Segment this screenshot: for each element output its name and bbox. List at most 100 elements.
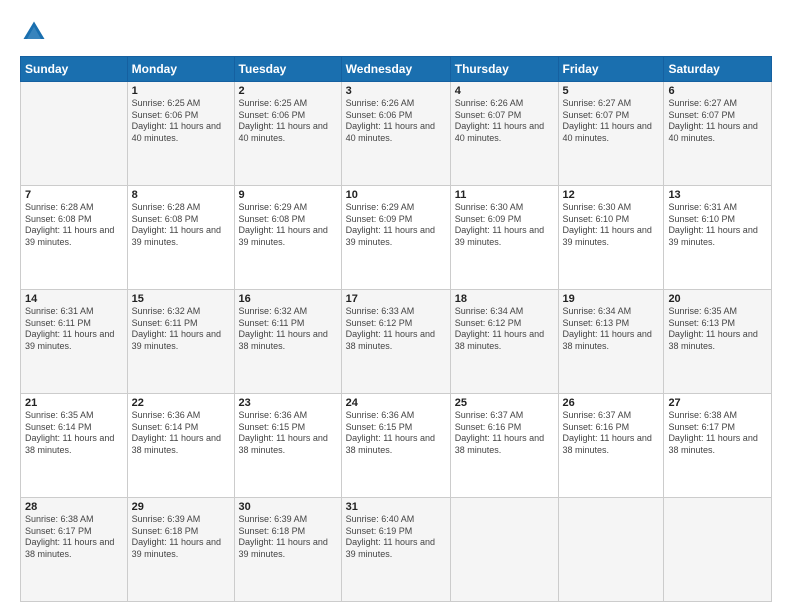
col-header-sunday: Sunday: [21, 57, 128, 82]
calendar-cell: 31Sunrise: 6:40 AM Sunset: 6:19 PM Dayli…: [341, 498, 450, 602]
day-number: 31: [346, 501, 446, 513]
day-number: 13: [668, 189, 767, 201]
calendar-cell: 25Sunrise: 6:37 AM Sunset: 6:16 PM Dayli…: [450, 394, 558, 498]
day-number: 26: [563, 397, 660, 409]
col-header-wednesday: Wednesday: [341, 57, 450, 82]
calendar-cell: 5Sunrise: 6:27 AM Sunset: 6:07 PM Daylig…: [558, 82, 664, 186]
day-info: Sunrise: 6:29 AM Sunset: 6:09 PM Dayligh…: [346, 202, 446, 249]
day-info: Sunrise: 6:27 AM Sunset: 6:07 PM Dayligh…: [563, 98, 660, 145]
calendar-cell: [450, 498, 558, 602]
calendar-cell: 23Sunrise: 6:36 AM Sunset: 6:15 PM Dayli…: [234, 394, 341, 498]
logo-icon: [20, 18, 48, 46]
day-number: 8: [132, 189, 230, 201]
day-info: Sunrise: 6:32 AM Sunset: 6:11 PM Dayligh…: [239, 306, 337, 353]
calendar-cell: 7Sunrise: 6:28 AM Sunset: 6:08 PM Daylig…: [21, 186, 128, 290]
col-header-friday: Friday: [558, 57, 664, 82]
calendar-cell: [21, 82, 128, 186]
day-number: 18: [455, 293, 554, 305]
calendar-header-row: SundayMondayTuesdayWednesdayThursdayFrid…: [21, 57, 772, 82]
day-number: 17: [346, 293, 446, 305]
day-info: Sunrise: 6:30 AM Sunset: 6:09 PM Dayligh…: [455, 202, 554, 249]
calendar-cell: 6Sunrise: 6:27 AM Sunset: 6:07 PM Daylig…: [664, 82, 772, 186]
day-info: Sunrise: 6:39 AM Sunset: 6:18 PM Dayligh…: [132, 514, 230, 561]
day-info: Sunrise: 6:36 AM Sunset: 6:14 PM Dayligh…: [132, 410, 230, 457]
day-info: Sunrise: 6:36 AM Sunset: 6:15 PM Dayligh…: [239, 410, 337, 457]
day-number: 22: [132, 397, 230, 409]
calendar-cell: 12Sunrise: 6:30 AM Sunset: 6:10 PM Dayli…: [558, 186, 664, 290]
day-number: 16: [239, 293, 337, 305]
calendar-cell: 19Sunrise: 6:34 AM Sunset: 6:13 PM Dayli…: [558, 290, 664, 394]
day-number: 20: [668, 293, 767, 305]
day-number: 2: [239, 85, 337, 97]
calendar-week-4: 28Sunrise: 6:38 AM Sunset: 6:17 PM Dayli…: [21, 498, 772, 602]
calendar-week-1: 7Sunrise: 6:28 AM Sunset: 6:08 PM Daylig…: [21, 186, 772, 290]
day-number: 25: [455, 397, 554, 409]
day-number: 10: [346, 189, 446, 201]
day-number: 14: [25, 293, 123, 305]
calendar-cell: 14Sunrise: 6:31 AM Sunset: 6:11 PM Dayli…: [21, 290, 128, 394]
calendar-cell: 29Sunrise: 6:39 AM Sunset: 6:18 PM Dayli…: [127, 498, 234, 602]
calendar-week-0: 1Sunrise: 6:25 AM Sunset: 6:06 PM Daylig…: [21, 82, 772, 186]
col-header-thursday: Thursday: [450, 57, 558, 82]
col-header-tuesday: Tuesday: [234, 57, 341, 82]
day-info: Sunrise: 6:27 AM Sunset: 6:07 PM Dayligh…: [668, 98, 767, 145]
calendar-cell: 30Sunrise: 6:39 AM Sunset: 6:18 PM Dayli…: [234, 498, 341, 602]
day-info: Sunrise: 6:36 AM Sunset: 6:15 PM Dayligh…: [346, 410, 446, 457]
calendar-cell: 20Sunrise: 6:35 AM Sunset: 6:13 PM Dayli…: [664, 290, 772, 394]
calendar-cell: 27Sunrise: 6:38 AM Sunset: 6:17 PM Dayli…: [664, 394, 772, 498]
calendar-table: SundayMondayTuesdayWednesdayThursdayFrid…: [20, 56, 772, 602]
col-header-monday: Monday: [127, 57, 234, 82]
day-info: Sunrise: 6:29 AM Sunset: 6:08 PM Dayligh…: [239, 202, 337, 249]
day-number: 15: [132, 293, 230, 305]
col-header-saturday: Saturday: [664, 57, 772, 82]
day-info: Sunrise: 6:37 AM Sunset: 6:16 PM Dayligh…: [563, 410, 660, 457]
calendar-cell: 26Sunrise: 6:37 AM Sunset: 6:16 PM Dayli…: [558, 394, 664, 498]
calendar-cell: 28Sunrise: 6:38 AM Sunset: 6:17 PM Dayli…: [21, 498, 128, 602]
calendar-cell: 10Sunrise: 6:29 AM Sunset: 6:09 PM Dayli…: [341, 186, 450, 290]
day-number: 30: [239, 501, 337, 513]
day-number: 6: [668, 85, 767, 97]
day-info: Sunrise: 6:31 AM Sunset: 6:11 PM Dayligh…: [25, 306, 123, 353]
day-number: 5: [563, 85, 660, 97]
day-number: 12: [563, 189, 660, 201]
day-number: 23: [239, 397, 337, 409]
day-info: Sunrise: 6:31 AM Sunset: 6:10 PM Dayligh…: [668, 202, 767, 249]
day-number: 11: [455, 189, 554, 201]
day-number: 1: [132, 85, 230, 97]
calendar-cell: 16Sunrise: 6:32 AM Sunset: 6:11 PM Dayli…: [234, 290, 341, 394]
calendar-cell: [558, 498, 664, 602]
day-number: 19: [563, 293, 660, 305]
day-info: Sunrise: 6:39 AM Sunset: 6:18 PM Dayligh…: [239, 514, 337, 561]
day-info: Sunrise: 6:26 AM Sunset: 6:07 PM Dayligh…: [455, 98, 554, 145]
header: [20, 18, 772, 46]
calendar-cell: 3Sunrise: 6:26 AM Sunset: 6:06 PM Daylig…: [341, 82, 450, 186]
calendar-cell: 13Sunrise: 6:31 AM Sunset: 6:10 PM Dayli…: [664, 186, 772, 290]
day-info: Sunrise: 6:33 AM Sunset: 6:12 PM Dayligh…: [346, 306, 446, 353]
day-info: Sunrise: 6:37 AM Sunset: 6:16 PM Dayligh…: [455, 410, 554, 457]
calendar-cell: 9Sunrise: 6:29 AM Sunset: 6:08 PM Daylig…: [234, 186, 341, 290]
day-info: Sunrise: 6:38 AM Sunset: 6:17 PM Dayligh…: [25, 514, 123, 561]
calendar-cell: 1Sunrise: 6:25 AM Sunset: 6:06 PM Daylig…: [127, 82, 234, 186]
day-info: Sunrise: 6:26 AM Sunset: 6:06 PM Dayligh…: [346, 98, 446, 145]
day-info: Sunrise: 6:32 AM Sunset: 6:11 PM Dayligh…: [132, 306, 230, 353]
day-info: Sunrise: 6:35 AM Sunset: 6:13 PM Dayligh…: [668, 306, 767, 353]
calendar-cell: 22Sunrise: 6:36 AM Sunset: 6:14 PM Dayli…: [127, 394, 234, 498]
calendar-cell: [664, 498, 772, 602]
day-number: 24: [346, 397, 446, 409]
calendar-cell: 8Sunrise: 6:28 AM Sunset: 6:08 PM Daylig…: [127, 186, 234, 290]
day-info: Sunrise: 6:30 AM Sunset: 6:10 PM Dayligh…: [563, 202, 660, 249]
day-number: 21: [25, 397, 123, 409]
day-number: 4: [455, 85, 554, 97]
day-info: Sunrise: 6:35 AM Sunset: 6:14 PM Dayligh…: [25, 410, 123, 457]
calendar-cell: 4Sunrise: 6:26 AM Sunset: 6:07 PM Daylig…: [450, 82, 558, 186]
day-number: 28: [25, 501, 123, 513]
day-info: Sunrise: 6:40 AM Sunset: 6:19 PM Dayligh…: [346, 514, 446, 561]
calendar-cell: 24Sunrise: 6:36 AM Sunset: 6:15 PM Dayli…: [341, 394, 450, 498]
calendar-cell: 17Sunrise: 6:33 AM Sunset: 6:12 PM Dayli…: [341, 290, 450, 394]
calendar-week-3: 21Sunrise: 6:35 AM Sunset: 6:14 PM Dayli…: [21, 394, 772, 498]
calendar-cell: 15Sunrise: 6:32 AM Sunset: 6:11 PM Dayli…: [127, 290, 234, 394]
day-info: Sunrise: 6:34 AM Sunset: 6:12 PM Dayligh…: [455, 306, 554, 353]
day-info: Sunrise: 6:34 AM Sunset: 6:13 PM Dayligh…: [563, 306, 660, 353]
day-info: Sunrise: 6:38 AM Sunset: 6:17 PM Dayligh…: [668, 410, 767, 457]
calendar-cell: 11Sunrise: 6:30 AM Sunset: 6:09 PM Dayli…: [450, 186, 558, 290]
